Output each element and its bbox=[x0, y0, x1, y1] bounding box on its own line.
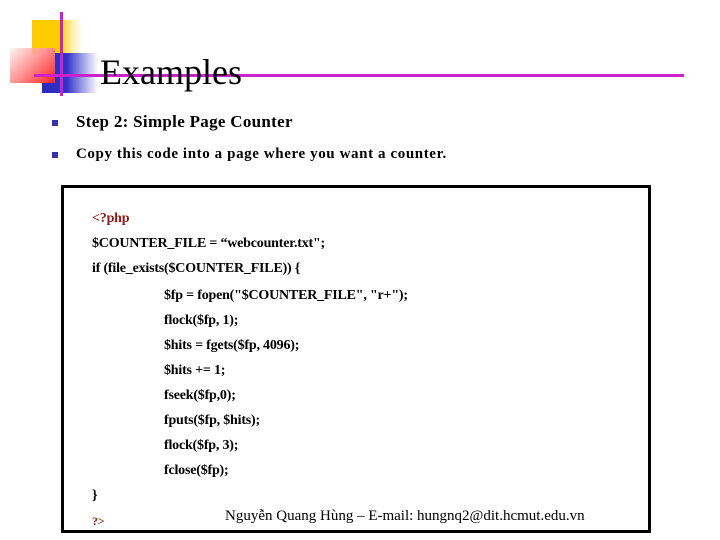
code-line: if (file_exists($COUNTER_FILE)) { bbox=[92, 261, 301, 276]
code-line: fclose($fp); bbox=[164, 463, 229, 478]
square-bullet-icon bbox=[52, 152, 58, 158]
code-line: $fp = fopen("$COUNTER_FILE", "r+"); bbox=[164, 288, 408, 303]
bullet-item: Copy this code into a page where you wan… bbox=[52, 140, 447, 168]
code-line: $COUNTER_FILE = “webcounter.txt"; bbox=[92, 236, 326, 251]
slide-title: Examples bbox=[100, 52, 242, 93]
bullet-item: Step 2: Simple Page Counter bbox=[52, 108, 447, 136]
code-line: fputs($fp, $hits); bbox=[164, 413, 260, 428]
footer-author-email: Nguyễn Quang Hùng – E-mail: hungnq2@dit.… bbox=[225, 508, 585, 524]
bullet-text: Copy this code into a page where you wan… bbox=[76, 145, 447, 162]
code-line: $hits += 1; bbox=[164, 363, 226, 378]
code-line: } bbox=[92, 488, 98, 503]
bullet-list: Step 2: Simple Page Counter Copy this co… bbox=[52, 108, 447, 172]
code-line: <?php bbox=[92, 211, 130, 226]
code-line: flock($fp, 1); bbox=[164, 313, 239, 328]
logo-red-square bbox=[10, 48, 55, 83]
code-line: ?> bbox=[92, 514, 105, 528]
square-bullet-icon bbox=[52, 120, 58, 126]
code-line: fseek($fp,0); bbox=[164, 388, 236, 403]
code-line: flock($fp, 3); bbox=[164, 438, 239, 453]
code-line: $hits = fgets($fp, 4096); bbox=[164, 338, 300, 353]
bullet-text: Step 2: Simple Page Counter bbox=[76, 112, 293, 131]
title-vertical-rule bbox=[60, 12, 63, 96]
